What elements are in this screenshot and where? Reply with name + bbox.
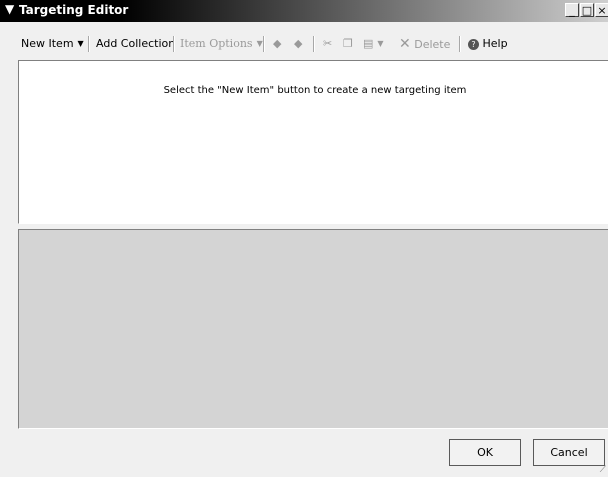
toolbar-separator [263, 36, 265, 52]
copy-button[interactable]: ❐ [343, 34, 353, 54]
chevron-down-icon: ▼ [77, 39, 84, 48]
add-collection-label: Add Collection [96, 37, 176, 50]
new-item-label: New Item [21, 37, 74, 50]
move-down-button[interactable]: ◆ [294, 34, 302, 54]
help-label: Help [482, 37, 508, 50]
empty-state-hint: Select the "New Item" button to create a… [163, 85, 467, 96]
toolbar: New Item ▼ Add Collection Item Options ▼ ◆… [0, 34, 608, 54]
cut-icon: ✂ [323, 37, 333, 50]
targeting-editor-window: ▼ Targeting Editor _ □ × New Item ▼ Add C… [0, 0, 608, 477]
add-collection-button[interactable]: Add Collection [96, 34, 175, 54]
move-up-icon: ◆ [273, 37, 282, 50]
item-options-button[interactable]: Item Options ▼ [180, 34, 263, 54]
maximize-button[interactable]: □ [580, 3, 594, 17]
delete-label: Delete [414, 38, 451, 51]
paste-button[interactable]: ▤ ▼ [363, 34, 384, 54]
chevron-down-icon: ▼ [377, 39, 384, 48]
toolbar-separator [313, 36, 315, 52]
toolbar-separator [173, 36, 175, 52]
minimize-button[interactable]: _ [565, 3, 579, 17]
close-button[interactable]: × [595, 3, 608, 17]
window-title: Targeting Editor [19, 3, 129, 17]
move-up-button[interactable]: ◆ [273, 34, 281, 54]
help-button[interactable]: ? Help [468, 34, 508, 54]
resize-grip[interactable]: ⟋ [600, 465, 606, 475]
cut-button[interactable]: ✂ [323, 34, 332, 54]
panel-splitter[interactable] [18, 224, 608, 228]
help-icon: ? [468, 39, 479, 50]
copy-icon: ❐ [343, 37, 353, 50]
new-item-button[interactable]: New Item ▼ [21, 34, 84, 54]
targeting-items-panel[interactable]: Select the "New Item" button to create a… [18, 60, 608, 224]
cancel-button[interactable]: Cancel [533, 439, 605, 466]
paste-icon: ▤ [363, 37, 374, 50]
delete-x-icon: ✕ [399, 36, 411, 52]
filter-icon: ▼ [5, 2, 15, 16]
ok-button[interactable]: OK [449, 439, 521, 466]
delete-button[interactable]: ✕ Delete [399, 34, 450, 54]
move-down-icon: ◆ [294, 37, 303, 50]
item-properties-panel[interactable] [18, 229, 608, 429]
toolbar-separator [459, 36, 461, 52]
chevron-down-icon: ▼ [256, 39, 263, 48]
toolbar-separator [88, 36, 90, 52]
item-options-label: Item Options [180, 37, 253, 50]
title-bar[interactable]: ▼ Targeting Editor _ □ × [0, 0, 608, 22]
